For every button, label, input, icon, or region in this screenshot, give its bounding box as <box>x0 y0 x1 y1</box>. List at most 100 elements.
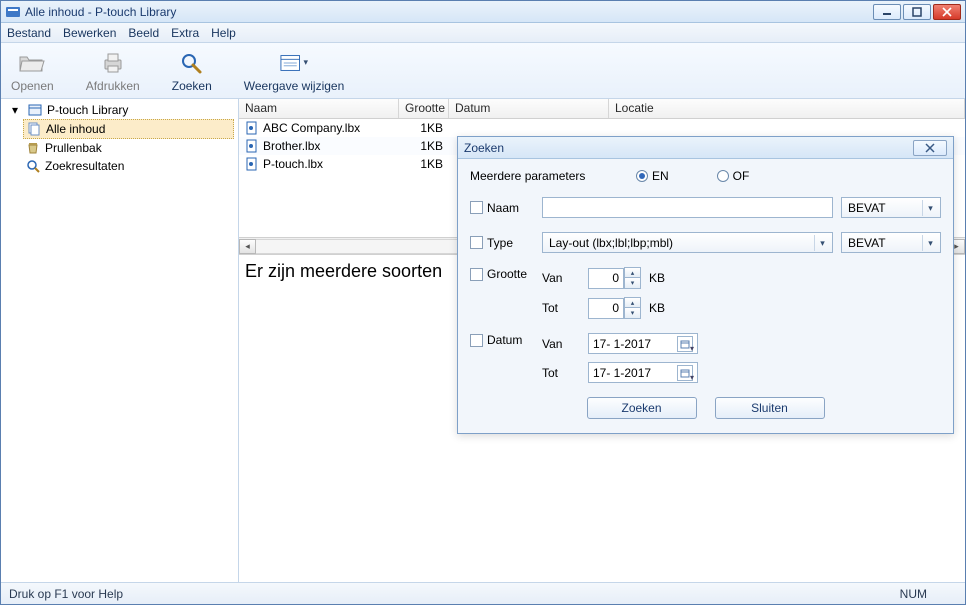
toolbar-open-label: Openen <box>11 79 54 93</box>
spin-down-button[interactable]: ▾ <box>624 278 641 289</box>
type-value: Lay-out (lbx;lbl;lbp;mbl) <box>549 236 673 250</box>
tree-root[interactable]: ▾ P-touch Library <box>5 101 234 119</box>
library-icon <box>27 102 43 118</box>
type-condition-combo[interactable]: BEVAT ▾ <box>841 232 941 253</box>
spin-down-button[interactable]: ▾ <box>624 308 641 319</box>
scroll-left-button[interactable]: ◂ <box>239 239 256 254</box>
chevron-down-icon: ▾ <box>922 235 938 251</box>
dialog-title: Zoeken <box>464 141 504 155</box>
name-label: Naam <box>487 201 519 215</box>
menu-help[interactable]: Help <box>211 26 236 40</box>
size-from-spinner[interactable]: 0 ▴▾ <box>588 267 641 289</box>
type-checkbox[interactable] <box>470 236 483 249</box>
radio-and-label: EN <box>652 169 669 183</box>
dialog-search-button[interactable]: Zoeken <box>587 397 697 419</box>
toolbar-display[interactable]: ▾ Weergave wijzigen <box>244 49 345 93</box>
col-location[interactable]: Locatie <box>609 99 965 118</box>
close-button[interactable] <box>933 4 961 20</box>
col-size[interactable]: Grootte <box>399 99 449 118</box>
file-name: ABC Company.lbx <box>263 121 360 135</box>
tree-item-label: Prullenbak <box>45 141 102 155</box>
collapse-icon[interactable]: ▾ <box>7 102 23 118</box>
col-date[interactable]: Datum <box>449 99 609 118</box>
radio-and-input[interactable] <box>636 170 648 182</box>
calendar-icon[interactable] <box>677 365 693 381</box>
app-icon <box>5 4 21 20</box>
date-checkbox[interactable] <box>470 334 483 347</box>
search-results-icon <box>25 158 41 174</box>
toolbar-search-label: Zoeken <box>172 79 212 93</box>
chevron-down-icon: ▾ <box>922 200 938 216</box>
date-to-value: 17- 1-2017 <box>593 366 651 380</box>
menu-file[interactable]: Bestand <box>7 26 51 40</box>
folder-open-icon <box>18 49 46 77</box>
type-label: Type <box>487 236 513 250</box>
tree-item-label: Zoekresultaten <box>45 159 124 173</box>
date-from-value: 17- 1-2017 <box>593 337 651 351</box>
date-from-label: Van <box>542 337 580 351</box>
date-to-input[interactable]: 17- 1-2017 <box>588 362 698 383</box>
toolbar-display-label: Weergave wijzigen <box>244 79 345 93</box>
size-to-unit: KB <box>649 301 665 315</box>
date-label: Datum <box>487 333 522 347</box>
radio-and[interactable]: EN <box>636 169 669 183</box>
name-condition-combo[interactable]: BEVAT ▾ <box>841 197 941 218</box>
file-name: P-touch.lbx <box>263 157 323 171</box>
toolbar-search[interactable]: Zoeken <box>172 49 212 93</box>
col-name[interactable]: Naam <box>239 99 399 118</box>
menu-extra[interactable]: Extra <box>171 26 199 40</box>
size-to-label: Tot <box>542 301 580 315</box>
status-help-text: Druk op F1 voor Help <box>9 587 123 601</box>
name-condition-value: BEVAT <box>848 201 886 215</box>
name-input[interactable] <box>542 197 833 218</box>
file-size: 1KB <box>399 157 449 171</box>
tree-item-search-results[interactable]: Zoekresultaten <box>23 157 234 175</box>
list-header: Naam Grootte Datum Locatie <box>239 99 965 119</box>
name-checkbox[interactable] <box>470 201 483 214</box>
radio-or-label: OF <box>733 169 750 183</box>
size-checkbox[interactable] <box>470 268 483 281</box>
menubar: Bestand Bewerken Beeld Extra Help <box>1 23 965 43</box>
size-to-value[interactable]: 0 <box>588 298 624 319</box>
printer-icon <box>99 49 127 77</box>
toolbar-print[interactable]: Afdrukken <box>86 49 140 93</box>
menu-edit[interactable]: Bewerken <box>63 26 116 40</box>
date-check-label: Datum <box>470 333 534 347</box>
radio-or-input[interactable] <box>717 170 729 182</box>
search-icon <box>178 49 206 77</box>
toolbar-open[interactable]: Openen <box>11 49 54 93</box>
menu-view[interactable]: Beeld <box>128 26 159 40</box>
spin-up-button[interactable]: ▴ <box>624 297 641 308</box>
dialog-close-action-button[interactable]: Sluiten <box>715 397 825 419</box>
maximize-button[interactable] <box>903 4 931 20</box>
type-combo[interactable]: Lay-out (lbx;lbl;lbp;mbl) ▾ <box>542 232 833 253</box>
window-title: Alle inhoud - P-touch Library <box>25 5 873 19</box>
doc-stack-icon <box>26 121 42 137</box>
file-icon <box>245 157 259 171</box>
sidebar: ▾ P-touch Library Alle inhoud Pr <box>1 99 239 582</box>
multi-params-label: Meerdere parameters <box>470 169 620 183</box>
toolbar-print-label: Afdrukken <box>86 79 140 93</box>
chevron-down-icon: ▾ <box>814 235 830 251</box>
size-to-spinner[interactable]: 0 ▴▾ <box>588 297 641 319</box>
name-check-label: Naam <box>470 201 534 215</box>
tree-item-all-content[interactable]: Alle inhoud <box>23 119 234 139</box>
file-size: 1KB <box>399 139 449 153</box>
list-row[interactable]: ABC Company.lbx 1KB <box>239 119 965 137</box>
size-check-label: Grootte <box>470 267 534 281</box>
trash-icon <box>25 140 41 156</box>
calendar-icon[interactable] <box>677 336 693 352</box>
size-from-unit: KB <box>649 271 665 285</box>
radio-or[interactable]: OF <box>717 169 750 183</box>
size-from-value[interactable]: 0 <box>588 268 624 289</box>
tree-item-trash[interactable]: Prullenbak <box>23 139 234 157</box>
date-from-input[interactable]: 17- 1-2017 <box>588 333 698 354</box>
dialog-close-button[interactable] <box>913 140 947 156</box>
dialog-titlebar: Zoeken <box>458 137 953 159</box>
toolbar: Openen Afdrukken Zoeken ▾ Weergave wijzi… <box>1 43 965 99</box>
size-from-label: Van <box>542 271 580 285</box>
date-to-label: Tot <box>542 366 580 380</box>
tree-root-label: P-touch Library <box>47 103 128 117</box>
spin-up-button[interactable]: ▴ <box>624 267 641 278</box>
minimize-button[interactable] <box>873 4 901 20</box>
